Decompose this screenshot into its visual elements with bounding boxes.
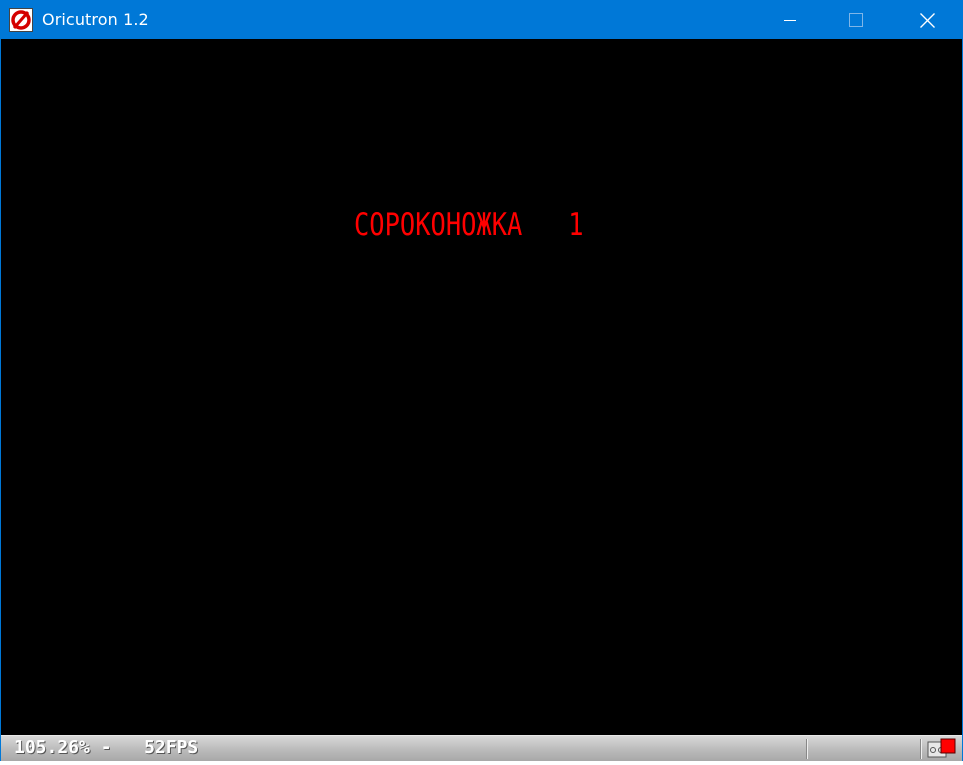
oricutron-window: Oricutron 1.2 СОРОКОНОЖКА 1 105.26% - 52…: [0, 0, 963, 761]
close-icon: [919, 12, 935, 28]
status-bar: 105.26% - 52FPS: [1, 735, 962, 761]
fps-readout: 52FPS: [144, 737, 199, 758]
status-divider: [806, 739, 808, 759]
oricutron-logo-icon[interactable]: [9, 8, 33, 32]
maximize-button[interactable]: [821, 1, 891, 39]
title-bar[interactable]: Oricutron 1.2: [1, 1, 962, 39]
emulator-screen[interactable]: СОРОКОНОЖКА 1: [1, 39, 962, 735]
status-divider: [920, 739, 922, 759]
maximize-icon: [849, 13, 863, 27]
tape-activity-icon: [927, 738, 957, 760]
minimize-icon: [784, 20, 796, 21]
speed-readout: 105.26% -: [14, 737, 112, 758]
window-title: Oricutron 1.2: [42, 10, 149, 29]
minimize-button[interactable]: [755, 1, 825, 39]
close-button[interactable]: [892, 1, 962, 39]
status-speed-fps: 105.26% - 52FPS: [14, 737, 198, 758]
game-title-text: СОРОКОНОЖКА 1: [354, 207, 584, 243]
